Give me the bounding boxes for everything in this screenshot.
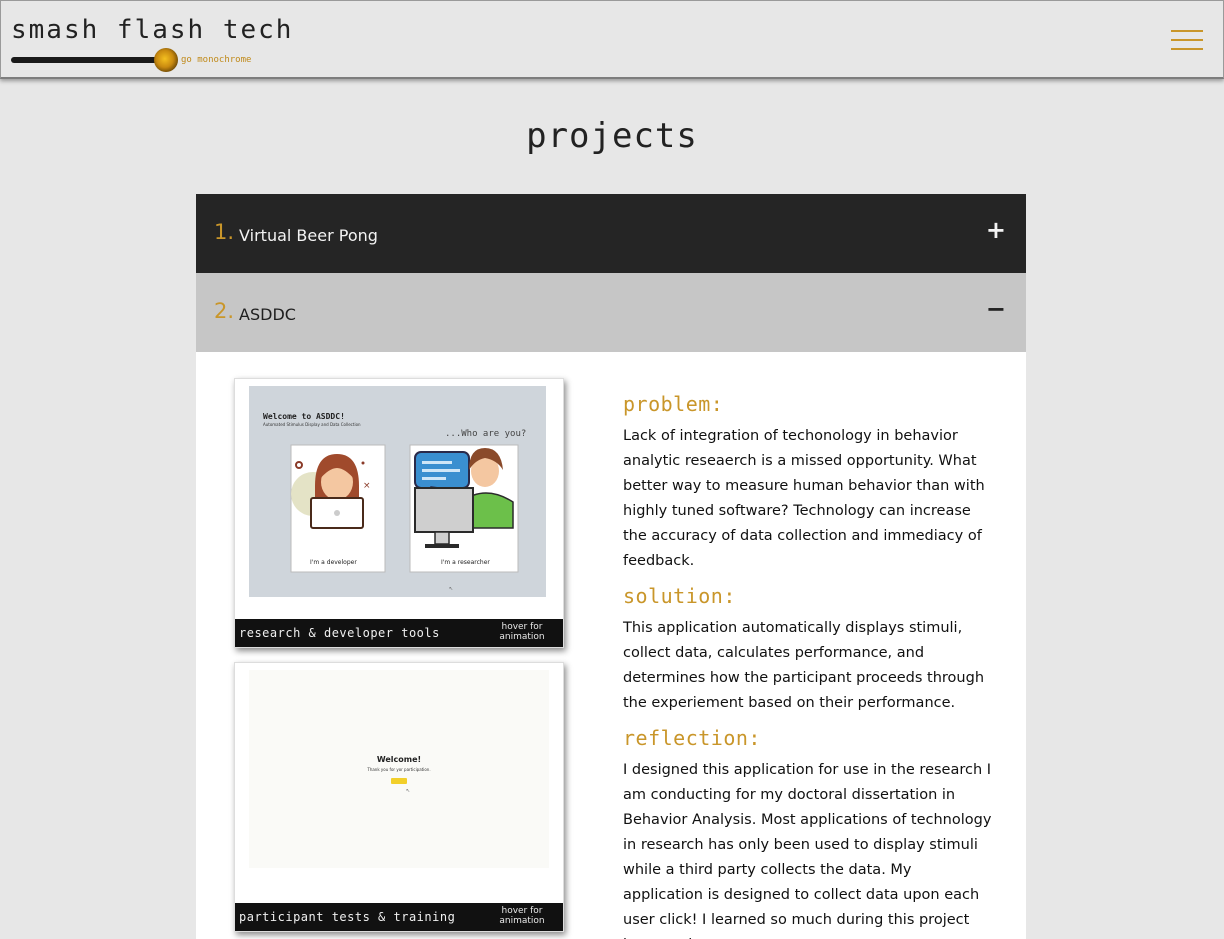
monochrome-toggle-track[interactable] (11, 57, 171, 63)
card-caption-title: Research & Developer Tools (239, 626, 440, 640)
hamburger-line (1171, 30, 1203, 32)
solution-text: This application automatically displays … (623, 620, 985, 711)
collapse-minus-icon[interactable]: − (986, 297, 1006, 321)
card-caption: Participant Tests & Training hover for a… (235, 903, 563, 931)
screen-welcome: Welcome! (377, 755, 421, 764)
accordion-item-asddc[interactable]: 2. ASDDC − (196, 273, 1026, 352)
accordion-item-label: ASDDC (239, 305, 296, 324)
svg-text:×: × (363, 481, 371, 491)
brand-title[interactable]: smash flash tech (11, 15, 293, 45)
svg-text:↖: ↖ (449, 586, 453, 592)
page-title: Projects (526, 116, 698, 156)
asddc-description: Problem: Lack of integration of techonol… (623, 392, 995, 939)
projects-accordion: 1. Virtual Beer Pong + 2. ASDDC − Welcom… (196, 194, 1026, 939)
monochrome-toggle[interactable]: go monochrome (11, 47, 251, 73)
reflection-text: I designed this application for use in t… (623, 762, 992, 939)
reflection-heading: Reflection: (623, 726, 761, 750)
accordion-item-number: 1. (214, 219, 235, 244)
card-caption-hint: hover for animation (499, 906, 545, 926)
screen-thanks: Thank you for yor participation. (366, 767, 430, 772)
screen-question: ...Who are you? (445, 429, 526, 439)
option-researcher: I'm a researcher (441, 559, 490, 566)
monochrome-toggle-knob[interactable] (154, 48, 178, 72)
problem-heading: Problem: (623, 392, 724, 416)
card-caption: Research & Developer Tools hover for ani… (235, 619, 563, 647)
accordion-item-number: 2. (214, 298, 235, 323)
hamburger-line (1171, 39, 1203, 41)
svg-text:↖: ↖ (406, 788, 410, 794)
hamburger-icon[interactable] (1171, 28, 1203, 52)
card-caption-hint: hover for animation (499, 622, 545, 642)
participant-tests-card[interactable]: Welcome! Thank you for yor participation… (234, 662, 564, 932)
top-navbar: smash flash tech go monochrome (0, 0, 1224, 79)
participant-tests-screenshot[interactable]: Welcome! Thank you for yor participation… (249, 670, 549, 868)
screen-subheading: Automated Stimulus Display and Data Coll… (263, 422, 361, 427)
card-caption-title: Participant Tests & Training (239, 910, 456, 924)
research-tools-card[interactable]: Welcome to ASDDC! Automated Stimulus Dis… (234, 378, 564, 648)
asddc-panel: Welcome to ASDDC! Automated Stimulus Dis… (196, 352, 1026, 939)
research-tools-screenshot[interactable]: Welcome to ASDDC! Automated Stimulus Dis… (249, 386, 546, 597)
expand-plus-icon[interactable]: + (986, 218, 1006, 242)
monochrome-toggle-label: go monochrome (181, 55, 252, 65)
accordion-item-label: Virtual Beer Pong (239, 226, 378, 245)
hamburger-line (1171, 48, 1203, 50)
accordion-item-virtual-beer-pong[interactable]: 1. Virtual Beer Pong + (196, 194, 1026, 273)
option-developer: I'm a developer (310, 559, 357, 566)
screen-heading: Welcome to ASDDC! (263, 412, 345, 421)
problem-text: Lack of integration of techonology in be… (623, 428, 985, 569)
solution-heading: Solution: (623, 584, 736, 608)
